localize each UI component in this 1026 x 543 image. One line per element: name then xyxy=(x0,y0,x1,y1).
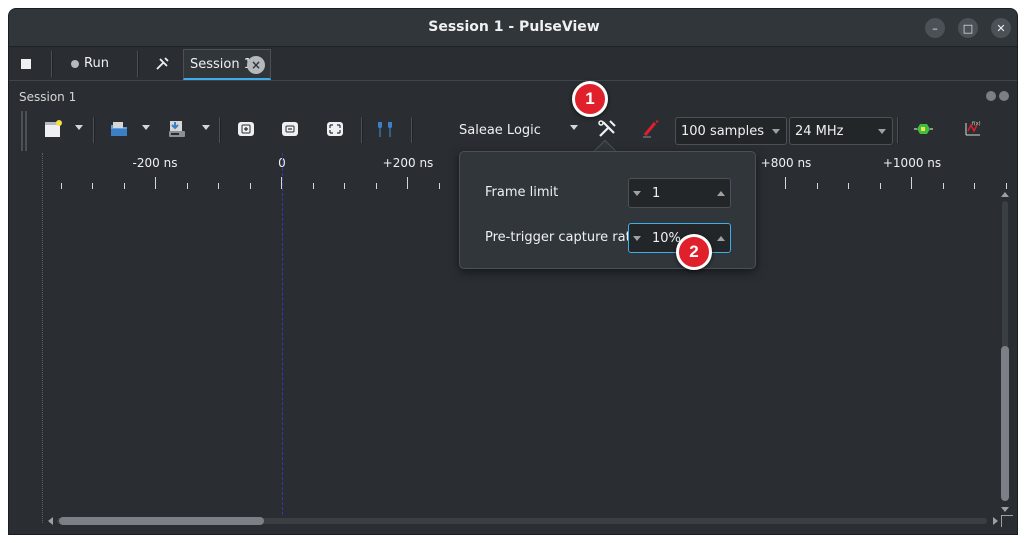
open-dropdown-icon[interactable] xyxy=(142,125,150,130)
tab-separator xyxy=(51,51,53,77)
zoom-fit-icon[interactable] xyxy=(325,119,345,139)
increment-icon[interactable] xyxy=(717,191,725,196)
minimize-button[interactable]: – xyxy=(925,18,945,38)
scroll-down-icon[interactable] xyxy=(1001,507,1009,512)
samplerate-combo[interactable]: 24 MHz xyxy=(789,117,893,145)
dock-close-icon[interactable] xyxy=(999,91,1009,101)
toolbar-separator xyxy=(411,117,413,143)
toolbar-separator xyxy=(93,117,95,143)
vscroll-thumb[interactable] xyxy=(1001,346,1009,501)
device-dropdown-icon[interactable] xyxy=(570,125,578,130)
title-bar: Session 1 - PulseView – □ ✕ xyxy=(9,9,1017,47)
open-folder-icon[interactable] xyxy=(109,119,129,139)
scroll-corner xyxy=(1001,515,1013,527)
maximize-button[interactable]: □ xyxy=(958,18,978,38)
main-toolbar: Saleae Logic 100 samples 24 MHz f(x) xyxy=(9,109,1017,153)
ruler-label: +200 ns xyxy=(382,156,434,170)
zoom-out-icon[interactable] xyxy=(280,119,300,139)
svg-text:f(x): f(x) xyxy=(972,121,981,127)
ruler-label: +800 ns xyxy=(760,156,812,170)
tab-session-1[interactable]: Session 1 × xyxy=(183,49,271,80)
math-icon[interactable]: f(x) xyxy=(963,119,983,139)
close-tab-icon[interactable]: × xyxy=(247,56,265,74)
increment-icon[interactable] xyxy=(717,236,725,241)
dock-title: Session 1 xyxy=(19,90,77,104)
samples-combo[interactable]: 100 samples xyxy=(675,117,787,145)
vertical-scrollbar[interactable] xyxy=(999,189,1011,515)
frame-limit-value: 1 xyxy=(652,186,661,201)
ruler-tick xyxy=(785,177,786,189)
trace-left-border xyxy=(42,153,43,523)
samples-value: 100 samples xyxy=(681,123,764,139)
decrement-icon[interactable] xyxy=(633,236,641,241)
device-config-icon[interactable] xyxy=(597,119,617,139)
ruler-label: +1000 ns xyxy=(882,156,942,170)
probe-icon[interactable] xyxy=(641,119,661,139)
pulseview-window: Session 1 - PulseView – □ ✕ Run Session … xyxy=(8,8,1018,535)
toolbar-grip[interactable] xyxy=(21,111,27,151)
window-title: Session 1 - PulseView xyxy=(428,19,600,35)
new-session-icon[interactable] xyxy=(43,119,63,139)
save-icon[interactable] xyxy=(167,119,187,139)
dock-float-icon[interactable] xyxy=(986,91,996,101)
samples-dropdown-icon xyxy=(772,129,780,134)
scroll-right-icon[interactable] xyxy=(993,517,998,525)
callout-badge-2: 2 xyxy=(676,234,712,270)
session-tab-bar: Run Session 1 × xyxy=(9,47,1017,81)
close-button[interactable]: ✕ xyxy=(991,18,1011,38)
record-dot-icon xyxy=(71,59,79,68)
stop-button[interactable] xyxy=(21,47,31,80)
decoder-icon[interactable] xyxy=(913,119,933,139)
toolbar-separator xyxy=(219,117,221,143)
horizontal-scrollbar[interactable] xyxy=(45,515,1001,527)
ruler-label: -200 ns xyxy=(132,156,178,170)
trigger-marker-line xyxy=(282,153,283,515)
ruler-tick xyxy=(155,177,156,189)
new-session-dropdown-icon[interactable] xyxy=(75,125,83,130)
save-dropdown-icon[interactable] xyxy=(202,125,210,130)
tools-button[interactable] xyxy=(155,47,169,80)
scroll-up-icon[interactable] xyxy=(1001,192,1009,197)
dock-controls xyxy=(986,91,1009,101)
run-button[interactable]: Run xyxy=(71,47,109,80)
stop-icon xyxy=(21,58,31,69)
tools-icon xyxy=(156,56,169,70)
samplerate-value: 24 MHz xyxy=(795,123,844,139)
tab-separator xyxy=(137,51,139,77)
samplerate-dropdown-icon xyxy=(878,129,886,134)
device-selector[interactable]: Saleae Logic xyxy=(459,123,541,138)
run-label: Run xyxy=(84,56,109,71)
decrement-icon[interactable] xyxy=(633,191,641,196)
callout-badge-1: 1 xyxy=(572,81,608,117)
cursor-icon[interactable] xyxy=(375,119,395,139)
zoom-in-icon[interactable] xyxy=(236,119,256,139)
toolbar-separator xyxy=(897,117,899,143)
frame-limit-spinbox[interactable]: 1 xyxy=(628,178,731,208)
frame-limit-label: Frame limit xyxy=(485,185,559,200)
session-tab-label: Session 1 xyxy=(190,56,253,72)
ruler-tick xyxy=(407,177,408,189)
ruler-tick xyxy=(911,177,912,189)
toolbar-separator xyxy=(361,117,363,143)
pretrigger-label: Pre-trigger capture ratio xyxy=(485,230,643,245)
hscroll-thumb[interactable] xyxy=(59,517,264,525)
scroll-left-icon[interactable] xyxy=(48,517,53,525)
